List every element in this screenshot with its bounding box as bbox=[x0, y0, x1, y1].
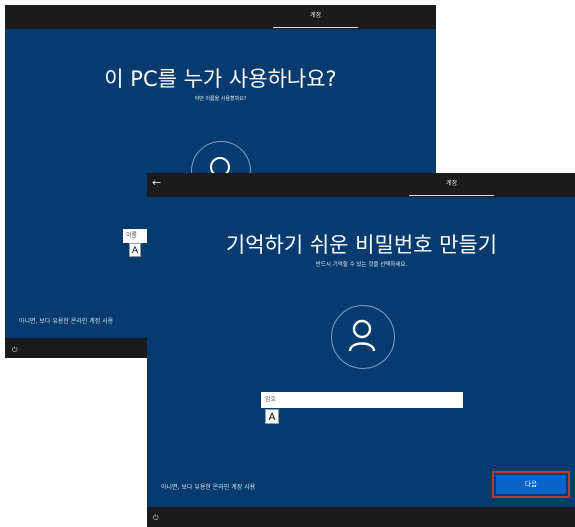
bottom-bar bbox=[147, 507, 575, 527]
page-title: 기억하기 쉬운 비밀번호 만들기 bbox=[225, 233, 498, 257]
tab-underline bbox=[409, 195, 494, 196]
online-account-link[interactable]: 아니면, 보다 유용한 온라인 계정 사용 bbox=[19, 316, 113, 325]
next-button[interactable]: 다음 bbox=[496, 475, 566, 494]
tab-account[interactable]: 계정 bbox=[409, 173, 494, 197]
online-account-link[interactable]: 아니면, 보다 유용한 온라인 계정 사용 bbox=[161, 482, 255, 491]
user-icon bbox=[348, 319, 376, 352]
top-bar bbox=[147, 173, 575, 197]
power-icon[interactable]: ⏻ bbox=[153, 514, 159, 523]
tab-account[interactable]: 계정 bbox=[273, 5, 358, 29]
front-setup-window: ← 계정 기억하기 쉬운 비밀번호 만들기 반드시 기억할 수 있는 것을 선택… bbox=[147, 173, 575, 527]
page-subtitle: 반드시 기억할 수 있는 것을 선택하세요. bbox=[315, 262, 408, 268]
top-bar bbox=[5, 5, 436, 29]
ime-indicator: A bbox=[265, 409, 279, 424]
tab-underline bbox=[273, 27, 358, 28]
power-icon[interactable]: ⏻ bbox=[12, 346, 18, 355]
password-input[interactable]: 암호 bbox=[261, 392, 463, 408]
page-title: 이 PC를 누가 사용하나요? bbox=[104, 67, 337, 91]
ime-indicator: A bbox=[129, 243, 141, 257]
page-subtitle: 어떤 이름을 사용할까요? bbox=[194, 96, 247, 102]
back-arrow-icon[interactable]: ← bbox=[152, 176, 161, 189]
